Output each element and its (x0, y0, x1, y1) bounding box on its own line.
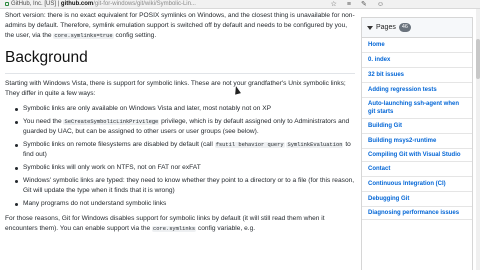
sidebar-item-index[interactable]: 0. index (362, 53, 472, 68)
scrollbar-thumb[interactable] (476, 39, 480, 79)
person-icon[interactable]: ☺ (377, 0, 384, 9)
url-path: /git-for-windows/git/wiki/Symbolic-Lin..… (93, 1, 196, 7)
list-item-text: Symbolic links on remote filesystems are… (23, 141, 213, 148)
list-item: Symbolic links will only work on NTFS, n… (14, 163, 355, 173)
intro-paragraph: Short version: there is no exact equival… (5, 11, 355, 41)
inline-code: core.symlinks=true (53, 33, 114, 39)
paragraph-text: config variable, e.g. (197, 225, 256, 232)
sidebar-item-diagnosing-performance-issues[interactable]: Diagnosing performance issues (362, 207, 472, 220)
intro-text-end: config setting. (115, 32, 157, 39)
wiki-pages-sidebar: Pages 46 Home 0. index 32 bit issues Add… (361, 17, 473, 270)
sidebar-item-compiling-git-visual-studio[interactable]: Compiling Git with Visual Studio (362, 149, 472, 162)
list-item-text: You need the (23, 118, 62, 125)
pages-title: Pages (376, 24, 396, 31)
page-scrollbar[interactable] (476, 9, 480, 270)
address-bar[interactable]: GitHub, Inc. [US] | github.com/git-for-w… (5, 0, 196, 8)
browser-toolbar: GitHub, Inc. [US] | github.com/git-for-w… (0, 0, 480, 9)
differences-list: Symbolic links are only available on Win… (14, 104, 355, 209)
background-paragraph: Starting with Windows Vista, there is su… (5, 80, 346, 97)
sidebar-item-home[interactable]: Home (362, 38, 472, 53)
sidebar-item-building-git[interactable]: Building Git (362, 119, 472, 134)
hub-icon[interactable]: ≡ (347, 0, 351, 9)
sidebar-item-adding-regression-tests[interactable]: Adding regression tests (362, 83, 472, 98)
pages-count-badge: 46 (398, 23, 411, 32)
toolbar-icons: ☆ ≡ ✎ ☺ (331, 0, 384, 9)
inline-code: fsutil behavior query (214, 142, 285, 148)
inline-code: SymlinkEvaluation (286, 142, 344, 148)
pages-header[interactable]: Pages 46 (362, 18, 472, 38)
sidebar-item-contact[interactable]: Contact (362, 162, 472, 177)
caret-down-icon[interactable] (367, 25, 373, 30)
inline-code: core.symlinks (152, 226, 197, 232)
lock-icon (5, 2, 9, 6)
star-icon[interactable]: ☆ (331, 0, 337, 9)
section-heading: Background (5, 47, 355, 74)
sidebar-item-building-msys2-runtime[interactable]: Building msys2-runtime (362, 134, 472, 149)
closing-paragraph: For those reasons, Git for Windows disab… (5, 214, 355, 234)
list-item: Many programs do not understand symbolic… (14, 199, 355, 209)
sidebar-item-auto-launching-ssh-agent[interactable]: Auto-launching ssh-agent when git starts (362, 98, 472, 119)
pen-icon[interactable]: ✎ (361, 0, 367, 9)
site-identity: GitHub, Inc. [US] | (11, 1, 60, 7)
list-item: Symbolic links on remote filesystems are… (14, 140, 355, 160)
inline-code: SeCreateSymbolicLinkPrivilege (63, 119, 160, 125)
url-host: github.com (60, 1, 94, 7)
list-item: Windows' symbolic links are typed: they … (14, 176, 355, 196)
wiki-article: Short version: there is no exact equival… (5, 11, 355, 270)
sidebar-item-debugging-git[interactable]: Debugging Git (362, 192, 472, 207)
list-item: Symbolic links are only available on Win… (14, 104, 355, 114)
sidebar-item-continuous-integration[interactable]: Continuous Integration (CI) (362, 177, 472, 192)
sidebar-item-32-bit-issues[interactable]: 32 bit issues (362, 68, 472, 83)
list-item: You need the SeCreateSymbolicLinkPrivile… (14, 117, 355, 137)
